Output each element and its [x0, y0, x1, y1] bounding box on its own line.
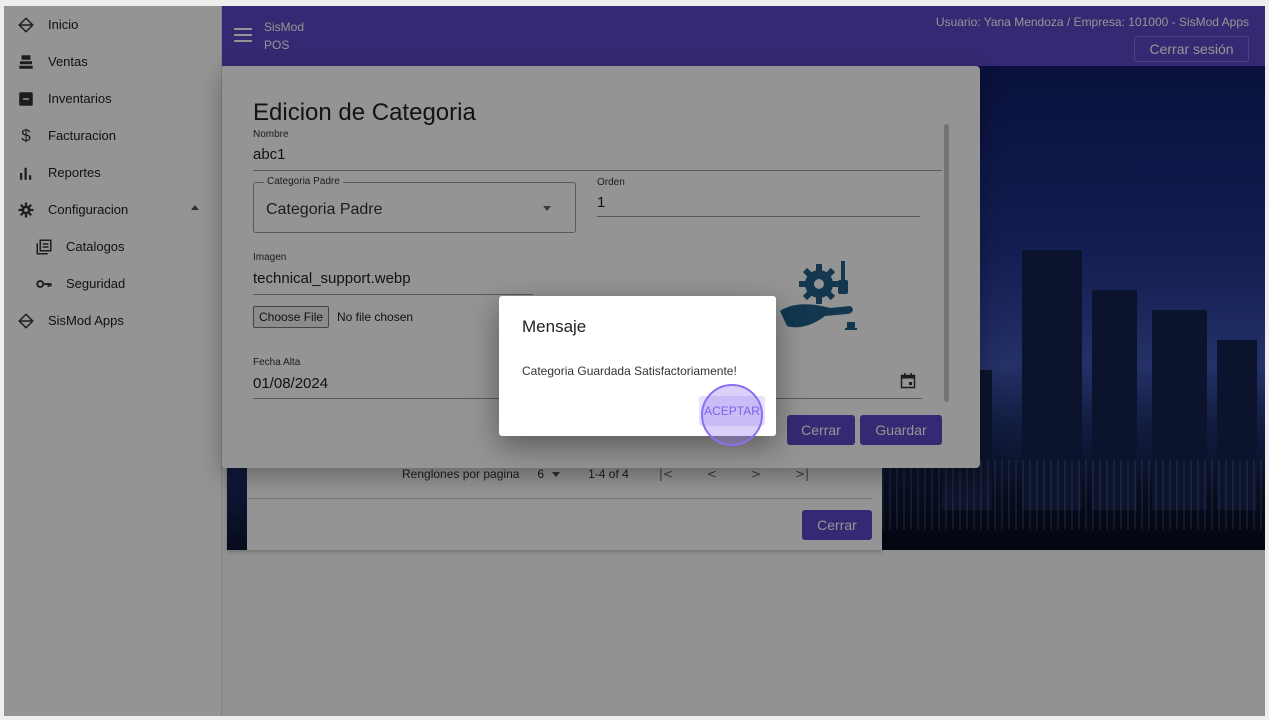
- message-dialog: Mensaje Categoria Guardada Satisfactoria…: [499, 296, 776, 446]
- message-body: Categoria Guardada Satisfactoriamente!: [522, 364, 737, 378]
- message-title: Mensaje: [522, 317, 587, 336]
- accept-button[interactable]: ACEPTAR: [699, 396, 765, 426]
